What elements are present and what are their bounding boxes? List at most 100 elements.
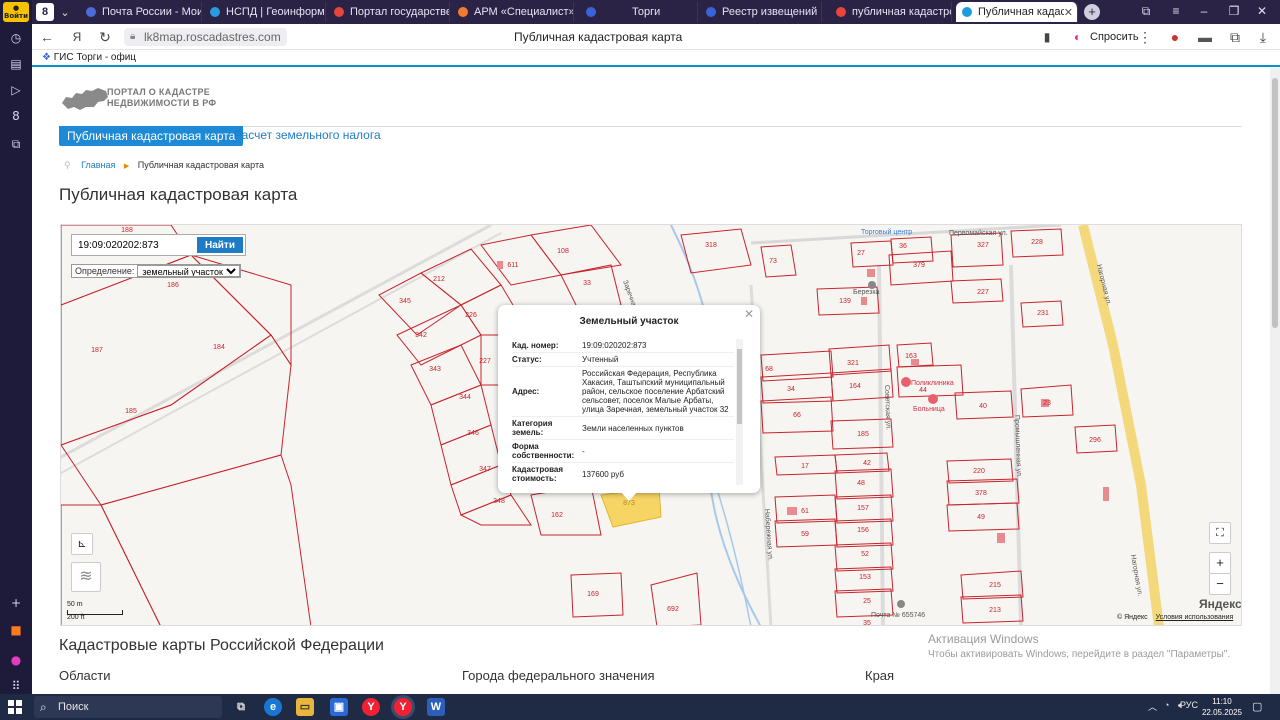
crumb-home[interactable]: Главная <box>81 160 115 170</box>
tab-gosuslugi[interactable]: Портал государственн <box>328 2 450 22</box>
explorer-icon[interactable]: ▭ <box>296 698 314 716</box>
yandex-browser-icon[interactable]: Y <box>362 698 380 716</box>
parcel-label: 348 <box>493 498 505 505</box>
layers-icon[interactable]: ≋ <box>71 562 101 592</box>
zoom-out-button[interactable]: − <box>1209 573 1231 595</box>
taskbar-search[interactable]: ⌕ Поиск <box>34 696 222 718</box>
downloads-icon[interactable]: ▬ <box>1196 28 1214 46</box>
hospital-icon[interactable] <box>901 377 911 387</box>
collections-icon[interactable]: ⧉ <box>1226 28 1244 46</box>
add-icon[interactable]: + <box>6 593 26 613</box>
media-icon[interactable]: ⧉ <box>6 134 26 154</box>
tab-list-icon[interactable]: ⌄ <box>56 3 74 21</box>
parcel-label: 227 <box>479 358 491 365</box>
address-bar: ← Я ↻ 🔒︎ lk8map.roscadastres.com Публичн… <box>32 24 1280 50</box>
cadastral-map[interactable]: 188 186 187 184 185 345 212 342 226 343 … <box>60 224 1242 626</box>
parcel-label: 164 <box>849 383 861 390</box>
tab-search-cadastre[interactable]: публичная кадастрова <box>830 2 952 22</box>
yandex-tab-icon[interactable]: 8 <box>36 3 54 21</box>
tab-nspd[interactable]: НСПД | Геоинформаци <box>204 2 326 22</box>
task-view-icon[interactable]: ⧉ <box>232 698 250 716</box>
minimize-icon[interactable]: – <box>1196 4 1212 18</box>
bookmark-gis-torgi[interactable]: ❖ ГИС Торги - офиц <box>42 52 136 63</box>
ask-button[interactable]: ◐ Спросить <box>1068 27 1147 47</box>
tab-favicon <box>210 7 220 17</box>
alice-ask-icon: ◐ <box>1074 30 1082 44</box>
restore-icon[interactable]: ❐ <box>1226 4 1242 18</box>
page-heading: Публичная кадастровая карта <box>59 185 298 204</box>
nav-land-tax[interactable]: Расчет земельного налога <box>234 128 381 142</box>
popup-scrollbar[interactable] <box>736 339 743 485</box>
tab-favicon <box>334 7 344 17</box>
play-icon[interactable]: ▷ <box>6 80 26 100</box>
popup-row: Кад. номер: 19:09:020202:873 <box>512 339 734 353</box>
url-field[interactable]: 🔒︎ lk8map.roscadastres.com <box>124 28 287 46</box>
nav-public-map[interactable]: Публичная кадастровая карта <box>59 126 244 146</box>
more-icon[interactable]: ⋮ <box>1136 28 1154 46</box>
ruler-icon[interactable]: ⊾ <box>71 533 93 555</box>
parcel-label: 186 <box>167 282 179 289</box>
language-indicator[interactable]: РУС <box>1180 700 1198 710</box>
tray-chevron-icon[interactable]: ︿ <box>1148 700 1157 713</box>
store-icon[interactable]: ▣ <box>330 698 348 716</box>
screen: ● Войти ◷ ▤ ▷ 8 ⧉ + ■ ● ⠿ 8 ⌄ Почта Росс… <box>0 0 1280 720</box>
page-scrollbar[interactable] <box>1270 68 1280 694</box>
eight-icon[interactable]: 8 <box>6 106 26 126</box>
parcel-label: 73 <box>769 258 777 265</box>
mail-icon[interactable]: ■ <box>6 620 26 640</box>
post-icon[interactable] <box>897 600 905 608</box>
parcel-label: 169 <box>587 591 599 598</box>
definition-select[interactable]: земельный участок <box>137 265 241 277</box>
logo-text[interactable]: ПОРТАЛ О КАДАСТРЕ НЕДВИЖИМОСТИ В РФ <box>107 87 216 109</box>
tabs-overview-icon[interactable]: ⧉ <box>1138 4 1154 19</box>
building <box>787 507 797 515</box>
hospital-icon[interactable] <box>928 394 938 404</box>
tab-torgi[interactable]: Торги <box>576 2 698 22</box>
notes-icon[interactable]: ▤ <box>6 54 26 74</box>
new-tab-button[interactable]: + <box>1084 4 1100 20</box>
bookmark-icon[interactable]: ▮ <box>1038 28 1056 46</box>
cadastral-number-input[interactable] <box>73 236 195 254</box>
edge-icon[interactable]: e <box>264 698 282 716</box>
parcel-label: 226 <box>465 312 477 319</box>
word-icon[interactable]: W <box>427 698 445 716</box>
parcel-info-popup: ✕ Земельный участок Кад. номер: 19:09:020… <box>498 305 760 493</box>
network-icon[interactable]: ◔ <box>1164 700 1169 710</box>
find-button[interactable]: Найти <box>197 237 243 253</box>
reload-icon[interactable]: ↻ <box>96 28 114 46</box>
shop-icon[interactable] <box>868 281 876 289</box>
tab-arm[interactable]: АРМ «Специалист» <box>452 2 574 22</box>
tab-public-cadastre-active[interactable]: Публичная кадастрова✕ <box>956 2 1078 22</box>
page-scroll-thumb[interactable] <box>1272 78 1278 328</box>
back-icon[interactable]: ← <box>38 28 56 46</box>
close-tab-icon[interactable]: ✕ <box>1064 6 1073 19</box>
yandex-logo[interactable]: Яндекс <box>1199 597 1241 611</box>
download-icon[interactable]: ⤓ <box>1254 28 1272 46</box>
parcel-label: 49 <box>977 514 985 521</box>
popup-body: Кад. номер: 19:09:020202:873 Статус: Учтен… <box>512 339 734 485</box>
browser-sidebar: ● Войти ◷ ▤ ▷ 8 ⧉ + ■ ● ⠿ <box>0 0 32 694</box>
tab-reestr[interactable]: Реестр извещений <box>700 2 822 22</box>
menu-icon[interactable]: ≡ <box>1168 4 1184 18</box>
definition-selector: Определение: земельный участок <box>71 264 242 278</box>
parcel-label: 108 <box>557 248 569 255</box>
taskbar-clock[interactable]: 11:10 22.05.2025 <box>1200 696 1244 718</box>
close-window-icon[interactable]: ✕ <box>1254 4 1270 18</box>
extension-icon[interactable]: ● <box>1166 28 1184 46</box>
building <box>997 533 1005 543</box>
login-button[interactable]: ● Войти <box>3 2 29 22</box>
windows-start-icon[interactable] <box>8 700 22 714</box>
popup-scroll-thumb[interactable] <box>737 349 742 424</box>
fullscreen-icon[interactable]: ⛶ <box>1209 522 1231 544</box>
yandex-y-icon[interactable]: Я <box>68 28 86 46</box>
terms-link[interactable]: Условия использования <box>1156 614 1234 621</box>
tab-pochta[interactable]: Почта России - Мои отп <box>80 2 202 22</box>
parcel-label: 318 <box>705 242 717 249</box>
alice-icon[interactable]: ● <box>6 650 26 670</box>
zoom-in-button[interactable]: + <box>1209 552 1231 574</box>
notifications-icon[interactable]: ▢ <box>1252 700 1262 713</box>
apps-icon[interactable]: ⠿ <box>6 676 26 696</box>
yandex-browser-active-icon[interactable]: Y <box>394 698 412 716</box>
parcel-label: 44 <box>919 387 927 394</box>
clock-icon[interactable]: ◷ <box>6 28 26 48</box>
